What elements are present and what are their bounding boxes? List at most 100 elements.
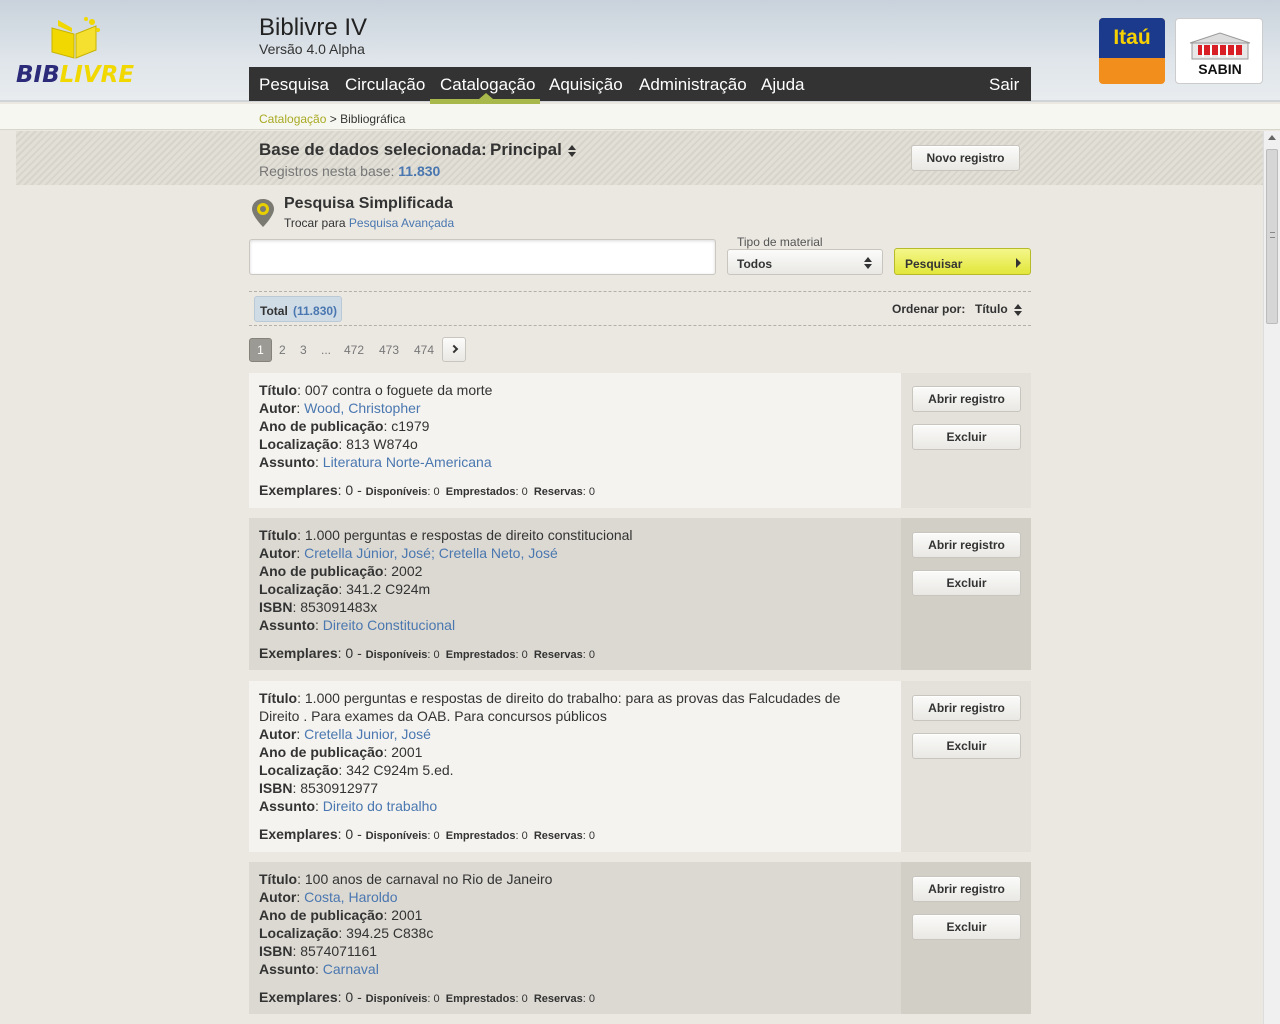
- advanced-search-link[interactable]: Pesquisa Avançada: [349, 216, 454, 230]
- nav-sair[interactable]: Sair: [989, 75, 1019, 95]
- subject-link[interactable]: Carnaval: [323, 961, 379, 977]
- page-ellipsis: ...: [321, 343, 332, 357]
- breadcrumb-catalogacao[interactable]: Catalogação: [259, 112, 326, 126]
- record-copies: Exemplares: 0 - Disponíveis: 0 Emprestad…: [259, 826, 596, 842]
- record-location: Localização: 341.2 C924m: [259, 581, 431, 597]
- subject-link[interactable]: Literatura Norte-Americana: [323, 454, 492, 470]
- chevron-right-icon: [449, 344, 459, 354]
- record-year: Ano de publicação: c1979: [259, 418, 430, 434]
- divider: [249, 291, 1031, 292]
- record-year: Ano de publicação: 2001: [259, 744, 423, 760]
- scroll-thumb[interactable]: [1266, 149, 1278, 324]
- updown-arrows-icon: [567, 144, 576, 157]
- record-subject: Assunto: Direito do trabalho: [259, 798, 438, 814]
- record-item: Abrir registro Excluir Título: 100 anos …: [249, 862, 1031, 1014]
- delete-record-button[interactable]: Excluir: [912, 914, 1021, 940]
- page-3[interactable]: 3: [300, 343, 307, 357]
- record-isbn: ISBN: 8530912977: [259, 780, 379, 796]
- nav-catalogacao[interactable]: Catalogação: [440, 75, 535, 95]
- author-link[interactable]: Cretella Neto, José: [439, 545, 558, 561]
- app-header: BIBLIVRE Biblivre IV Versão 4.0 Alpha Pe…: [0, 0, 1280, 104]
- record-copies: Exemplares: 0 - Disponíveis: 0 Emprestad…: [259, 645, 596, 661]
- record-subject: Assunto: Literatura Norte-Americana: [259, 454, 492, 470]
- record-actions: Abrir registro Excluir: [901, 862, 1031, 1014]
- author-link[interactable]: Costa, Haroldo: [304, 889, 397, 905]
- record-copies: Exemplares: 0 - Disponíveis: 0 Emprestad…: [259, 989, 596, 1005]
- nav-aquisicao[interactable]: Aquisição: [549, 75, 623, 95]
- sabin-building-icon: [1189, 32, 1251, 60]
- main-nav: Pesquisa Circulação Catalogação Aquisiçã…: [249, 67, 1031, 104]
- app-version: Versão 4.0 Alpha: [259, 41, 365, 57]
- nav-ajuda[interactable]: Ajuda: [761, 75, 804, 95]
- record-subject: Assunto: Carnaval: [259, 961, 379, 977]
- record-title: Título: 1.000 perguntas e respostas de d…: [259, 690, 841, 706]
- open-record-button[interactable]: Abrir registro: [912, 386, 1021, 412]
- open-record-button[interactable]: Abrir registro: [912, 532, 1021, 558]
- record-author: Autor: Cretella Júnior, José; Cretella N…: [259, 545, 558, 561]
- record-actions: Abrir registro Excluir: [901, 373, 1031, 508]
- record-author: Autor: Wood, Christopher: [259, 400, 421, 416]
- record-location: Localização: 394.25 C838c: [259, 925, 434, 941]
- record-item: Abrir registro Excluir Título: 007 contr…: [249, 373, 1031, 508]
- record-year: Ano de publicação: 2002: [259, 563, 423, 579]
- record-actions: Abrir registro Excluir: [901, 518, 1031, 670]
- record-isbn: ISBN: 8574071161: [259, 943, 378, 959]
- delete-record-button[interactable]: Excluir: [912, 733, 1021, 759]
- updown-arrows-icon: [864, 257, 872, 269]
- record-title: Título: 007 contra o foguete da morte: [259, 382, 493, 398]
- breadcrumb-bar: Catalogação > Bibliográfica: [0, 104, 1280, 130]
- scroll-up-icon[interactable]: [1268, 135, 1276, 140]
- page-1[interactable]: 1: [249, 338, 272, 362]
- page-472[interactable]: 472: [344, 343, 364, 357]
- sponsor-sabin-logo[interactable]: SABIN: [1175, 18, 1263, 84]
- record-title: Título: 100 anos de carnaval no Rio de J…: [259, 871, 553, 887]
- search-switch: Trocar para Pesquisa Avançada: [284, 216, 455, 230]
- subject-link[interactable]: Direito do trabalho: [323, 798, 437, 814]
- record-actions: Abrir registro Excluir: [901, 681, 1031, 852]
- database-label: Base de dados selecionada:: [259, 140, 487, 159]
- next-page-button[interactable]: [442, 337, 466, 362]
- open-record-button[interactable]: Abrir registro: [912, 695, 1021, 721]
- new-record-button[interactable]: Novo registro: [911, 145, 1020, 171]
- page-474[interactable]: 474: [414, 343, 434, 357]
- record-location: Localização: 813 W874o: [259, 436, 418, 452]
- material-type-label: Tipo de material: [737, 235, 823, 249]
- record-author: Autor: Costa, Haroldo: [259, 889, 398, 905]
- breadcrumb-current: Bibliográfica: [340, 112, 406, 126]
- map-pin-icon: [252, 199, 274, 227]
- breadcrumb: Catalogação > Bibliográfica: [259, 112, 406, 126]
- order-label: Ordenar por:: [892, 302, 966, 316]
- delete-record-button[interactable]: Excluir: [912, 570, 1021, 596]
- open-record-button[interactable]: Abrir registro: [912, 876, 1021, 902]
- search-input[interactable]: [249, 239, 716, 275]
- material-type-select[interactable]: Todos: [727, 249, 883, 275]
- record-year: Ano de publicação: 2001: [259, 907, 423, 923]
- biblivre-logo[interactable]: BIBLIVRE: [16, 16, 136, 88]
- updown-arrows-icon: [1013, 303, 1022, 316]
- search-button[interactable]: Pesquisar: [894, 248, 1031, 275]
- record-title: Título: 1.000 perguntas e respostas de d…: [259, 527, 633, 543]
- record-title-continued: Direito . Para exames da OAB. Para concu…: [259, 708, 607, 724]
- sponsor-itau-logo[interactable]: Itaú: [1099, 18, 1165, 84]
- total-badge: Total (11.830): [254, 296, 342, 322]
- logo-wordmark: BIBLIVRE: [16, 62, 135, 88]
- nav-active-arrow-icon: [479, 93, 493, 99]
- database-select[interactable]: Principal: [490, 140, 576, 160]
- book-logo-icon: [51, 17, 100, 59]
- author-link[interactable]: Cretella Júnior, José: [304, 545, 431, 561]
- search-title: Pesquisa Simplificada: [284, 195, 453, 212]
- nav-pesquisa[interactable]: Pesquisa: [259, 75, 329, 95]
- record-item: Abrir registro Excluir Título: 1.000 per…: [249, 681, 1031, 852]
- order-select[interactable]: Título: [975, 302, 1022, 316]
- nav-administracao[interactable]: Administração: [639, 75, 747, 95]
- page-scrollbar[interactable]: [1263, 131, 1280, 1024]
- subject-link[interactable]: Direito Constitucional: [323, 617, 455, 633]
- play-arrow-icon: [1016, 258, 1021, 268]
- author-link[interactable]: Wood, Christopher: [304, 400, 420, 416]
- page-2[interactable]: 2: [279, 343, 286, 357]
- record-location: Localização: 342 C924m 5.ed.: [259, 762, 454, 778]
- author-link[interactable]: Cretella Junior, José: [304, 726, 431, 742]
- page-473[interactable]: 473: [379, 343, 399, 357]
- nav-circulacao[interactable]: Circulação: [345, 75, 425, 95]
- delete-record-button[interactable]: Excluir: [912, 424, 1021, 450]
